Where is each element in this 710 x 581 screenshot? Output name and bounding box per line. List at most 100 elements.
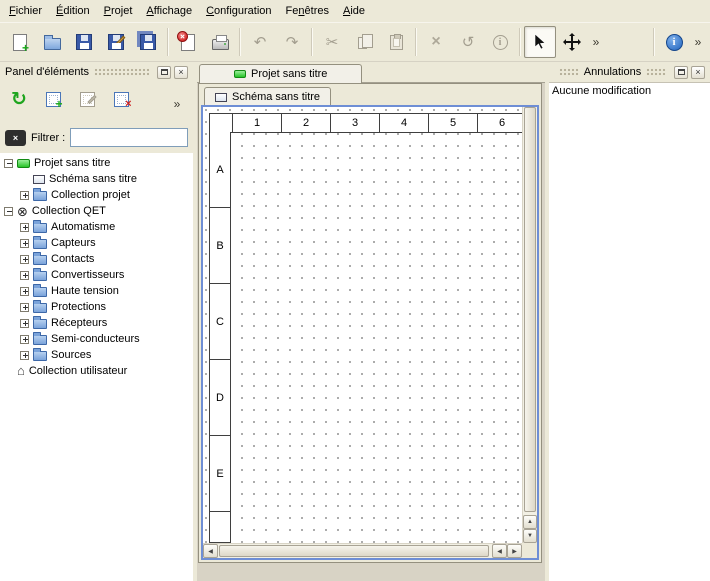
tab-projet-sans-titre[interactable]: Projet sans titre <box>199 64 362 83</box>
save-as-button[interactable] <box>100 26 132 58</box>
schema-canvas[interactable]: 1 2 3 4 5 6 A B C D E <box>203 107 522 543</box>
tree-item-projet-sans-titre[interactable]: Projet sans titre <box>0 155 193 171</box>
scroll-right-button[interactable]: ▶ <box>507 544 522 558</box>
menu-affichage[interactable]: Affichage <box>139 0 199 22</box>
dock-grip-handle[interactable] <box>94 68 149 76</box>
dock-close-button[interactable]: × <box>174 66 188 79</box>
row-header-cell-partial <box>210 512 230 542</box>
redo-button[interactable]: ↷ <box>276 26 308 58</box>
tree-item-contacts[interactable]: Contacts <box>0 251 193 267</box>
close-icon: × <box>695 68 700 77</box>
menu-configuration[interactable]: Configuration <box>199 0 278 22</box>
print-button[interactable] <box>204 26 236 58</box>
new-element-button[interactable]: + <box>38 84 68 114</box>
clear-filter-button[interactable]: × <box>5 130 26 146</box>
cut-button[interactable]: ✂ <box>316 26 348 58</box>
open-file-button[interactable] <box>36 26 68 58</box>
tree-item-recepteurs[interactable]: Récepteurs <box>0 315 193 331</box>
horizontal-scrollbar-track[interactable] <box>218 544 492 558</box>
horizontal-scrollbar[interactable]: ◀ ◀ ▶ <box>203 543 522 558</box>
tab-schema-sans-titre[interactable]: Schéma sans titre <box>204 87 331 106</box>
move-arrows-icon <box>563 33 581 51</box>
help-about-button[interactable]: i <box>658 26 690 58</box>
rotate-button[interactable]: ↺ <box>452 26 484 58</box>
vertical-scrollbar-thumb[interactable] <box>524 107 536 512</box>
row-header-cell: B <box>210 208 230 284</box>
horizontal-scrollbar-thumb[interactable] <box>219 545 489 557</box>
info-button[interactable]: i <box>484 26 516 58</box>
reload-collections-button[interactable]: ↻ <box>4 84 34 114</box>
expand-expander-icon[interactable] <box>20 191 29 200</box>
folder-icon <box>33 351 47 361</box>
scroll-down-button[interactable]: ▼ <box>523 529 537 543</box>
expand-expander-icon[interactable] <box>20 255 29 264</box>
expand-expander-icon[interactable] <box>20 303 29 312</box>
scroll-left-button-end[interactable]: ◀ <box>492 544 507 558</box>
undo-history-list[interactable]: Aucune modification <box>549 82 710 581</box>
collapse-expander-icon[interactable] <box>4 207 13 216</box>
panel-overflow-button[interactable]: » <box>169 94 185 114</box>
vertical-scrollbar[interactable]: ▲ ▼ <box>522 107 537 543</box>
help-overflow-button[interactable]: » <box>690 26 706 58</box>
new-element-icon: + <box>46 92 61 107</box>
dock-float-button[interactable] <box>674 66 688 79</box>
collapse-expander-icon[interactable] <box>4 159 13 168</box>
tree-item-schema-sans-titre[interactable]: Schéma sans titre <box>0 171 193 187</box>
close-file-button[interactable] <box>172 26 204 58</box>
scroll-up-button[interactable]: ▲ <box>523 515 537 529</box>
delete-element-button[interactable]: × <box>106 84 136 114</box>
expand-expander-icon[interactable] <box>20 351 29 360</box>
expand-expander-icon[interactable] <box>20 239 29 248</box>
expand-expander-icon[interactable] <box>20 223 29 232</box>
new-document-button[interactable]: + <box>4 26 36 58</box>
tree-item-protections[interactable]: Protections <box>0 299 193 315</box>
tree-item-collection-qet[interactable]: ⊗Collection QET <box>0 203 193 219</box>
elements-tree[interactable]: Projet sans titre Schéma sans titre Coll… <box>0 153 193 581</box>
chevron-overflow-icon: » <box>692 36 705 48</box>
dock-close-button[interactable]: × <box>691 66 705 79</box>
menu-edition[interactable]: Édition <box>49 0 97 22</box>
print-icon <box>212 39 229 50</box>
menu-aide[interactable]: Aide <box>336 0 372 22</box>
save-button[interactable] <box>68 26 100 58</box>
rotate-icon: ↺ <box>462 35 475 50</box>
menu-fenetres[interactable]: Fenêtres <box>279 0 336 22</box>
dock-float-button[interactable] <box>157 66 171 79</box>
filter-input[interactable] <box>70 128 188 147</box>
expand-expander-icon[interactable] <box>20 271 29 280</box>
project-icon <box>234 70 246 78</box>
paste-button[interactable] <box>380 26 412 58</box>
delete-button[interactable]: × <box>420 26 452 58</box>
edit-element-button[interactable] <box>72 84 102 114</box>
tree-item-haute-tension[interactable]: Haute tension <box>0 283 193 299</box>
scrollbar-corner <box>522 543 537 558</box>
selection-arrow-icon <box>534 34 546 50</box>
save-all-button[interactable] <box>132 26 164 58</box>
tree-item-convertisseurs[interactable]: Convertisseurs <box>0 267 193 283</box>
vertical-scrollbar-track[interactable] <box>523 107 537 515</box>
copy-button[interactable] <box>348 26 380 58</box>
dock-grip-handle[interactable] <box>646 68 666 76</box>
tree-item-sources[interactable]: Sources <box>0 347 193 363</box>
tree-item-collection-projet[interactable]: Collection projet <box>0 187 193 203</box>
toolbar-overflow-button[interactable]: » <box>588 26 604 58</box>
tree-item-automatisme[interactable]: Automatisme <box>0 219 193 235</box>
undo-history-item[interactable]: Aucune modification <box>552 85 707 97</box>
arrow-up-icon: ▲ <box>527 519 533 525</box>
expand-expander-icon[interactable] <box>20 287 29 296</box>
menu-fichier[interactable]: Fichier <box>2 0 49 22</box>
elements-panel-toolbar: ↻ + × » <box>0 80 193 114</box>
dock-grip-handle[interactable] <box>559 68 579 76</box>
folder-icon <box>33 271 47 281</box>
tree-item-semi-conducteurs[interactable]: Semi-conducteurs <box>0 331 193 347</box>
expand-expander-icon[interactable] <box>20 319 29 328</box>
pan-tool-button[interactable] <box>556 26 588 58</box>
undo-button[interactable]: ↶ <box>244 26 276 58</box>
scroll-left-button[interactable]: ◀ <box>203 544 218 558</box>
selection-tool-button[interactable] <box>524 26 556 58</box>
menu-projet[interactable]: Projet <box>97 0 140 22</box>
tab-label: Projet sans titre <box>251 68 327 80</box>
expand-expander-icon[interactable] <box>20 335 29 344</box>
tree-item-collection-utilisateur[interactable]: ⌂Collection utilisateur <box>0 363 193 379</box>
tree-item-capteurs[interactable]: Capteurs <box>0 235 193 251</box>
